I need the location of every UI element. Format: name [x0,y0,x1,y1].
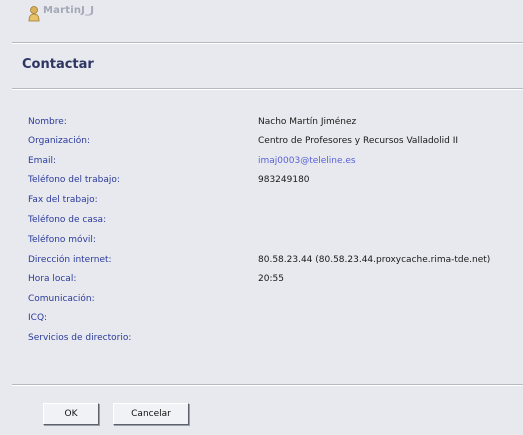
field-label: Servicios de directorio: [28,333,132,343]
field-row-nombre: Nombre: Nacho Martín Jiménez [0,117,523,133]
field-row-hora-local: Hora local: 20:55 [0,274,523,290]
top-divider [12,42,523,44]
field-label: Nombre: [28,117,67,127]
field-label: Hora local: [28,274,77,284]
field-row-direccion-internet: Dirección internet: 80.58.23.44 (80.58.2… [0,255,523,271]
dialog-title: Contactar [22,57,94,72]
field-row-fax: Fax del trabajo: [0,195,523,211]
ok-button[interactable]: OK [43,403,99,425]
field-row-servicios-directorio: Servicios de directorio: [0,333,523,349]
field-label: Email: [28,156,57,166]
email-link[interactable]: imaj0003@teleline.es [258,156,356,166]
field-row-comunicacion: Comunicación: [0,294,523,310]
title-bar: MartinJ_J [0,0,523,26]
field-value: Centro de Profesores y Recursos Valladol… [258,136,459,146]
field-value: 80.58.23.44 (80.58.23.44.proxycache.rima… [258,255,491,265]
field-label: Teléfono de casa: [28,215,107,225]
field-label: Organización: [28,136,90,146]
field-row-telefono-movil: Teléfono móvil: [0,235,523,251]
title-divider [12,88,523,90]
user-icon [28,6,40,22]
user-name: MartinJ_J [43,5,95,16]
field-row-icq: ICQ: [0,313,523,329]
field-value: Nacho Martín Jiménez [258,117,357,127]
field-label: Teléfono del trabajo: [28,175,120,185]
field-row-organizacion: Organización: Centro de Profesores y Rec… [0,136,523,152]
field-value: 20:55 [258,274,284,284]
field-label: Comunicación: [28,294,95,304]
field-label: ICQ: [28,313,48,323]
field-row-email: Email: imaj0003@teleline.es [0,156,523,172]
field-label: Dirección internet: [28,255,112,265]
field-row-telefono-trabajo: Teléfono del trabajo: 983249180 [0,175,523,191]
field-value: 983249180 [258,175,310,185]
cancel-button[interactable]: Cancelar [113,403,189,425]
field-label: Fax del trabajo: [28,195,98,205]
bottom-divider [12,384,523,386]
field-label: Teléfono móvil: [28,235,96,245]
field-row-telefono-casa: Teléfono de casa: [0,215,523,231]
